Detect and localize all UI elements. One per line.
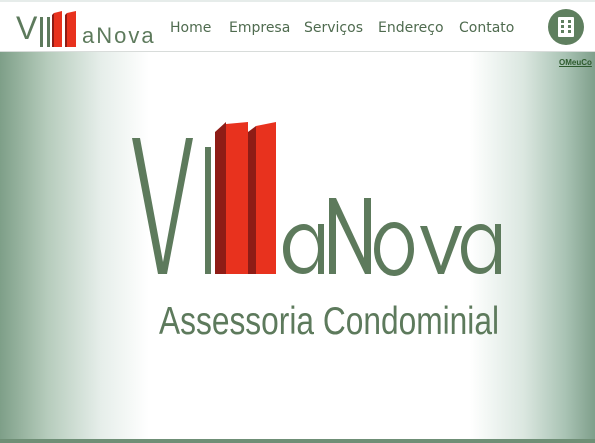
logo-letter-v2 [420, 226, 462, 274]
nav-item-contato[interactable]: Contato [459, 18, 514, 38]
nav-item-endereco[interactable]: Endereço [378, 18, 444, 38]
logo-tagline: Assessoria Condominial [159, 300, 499, 343]
logo-letter-n [329, 198, 371, 274]
logo-rest: aNova [82, 23, 156, 48]
logo-letter-a2 [461, 224, 501, 274]
header-logo[interactable]: V aNova [16, 8, 154, 50]
top-navigation-bar: V aNova Home Empresa Serviços Endereço C… [0, 0, 595, 52]
logo-column-left-1 [205, 147, 211, 274]
hero-banner: OMeuCo Assessoria Condominial [0, 52, 595, 439]
building-icon-button[interactable] [548, 9, 584, 45]
logo-letter-o [374, 222, 414, 276]
bottom-border [0, 439, 595, 443]
logo-pillar-1 [226, 122, 248, 274]
nav-item-home[interactable]: Home [170, 18, 211, 38]
logo-pillar-2 [256, 122, 276, 274]
villanova-main-logo: Assessoria Condominial [132, 122, 501, 343]
logo-initial: V [16, 10, 38, 46]
nav-item-servicos[interactable]: Serviços [304, 18, 363, 38]
logo-letter-a [283, 224, 324, 274]
logo-columns-icon [40, 11, 76, 47]
logo-letter-v [132, 138, 193, 274]
logo-pillar-1-shadow [215, 122, 226, 274]
nav-item-empresa[interactable]: Empresa [229, 18, 290, 38]
logo-pillar-2-shadow [248, 126, 256, 274]
building-icon [558, 17, 574, 37]
